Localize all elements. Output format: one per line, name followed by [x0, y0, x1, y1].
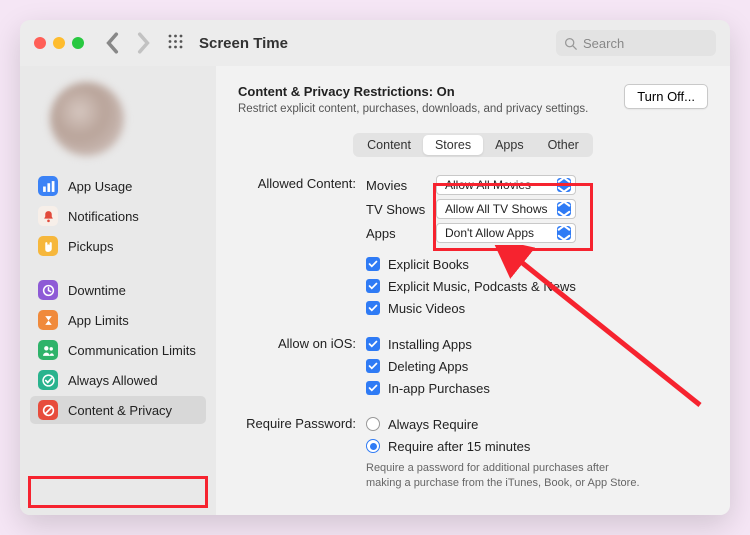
sidebar-item-label: App Usage — [68, 179, 132, 194]
check-label: In-app Purchases — [388, 381, 490, 396]
forward-button[interactable] — [132, 32, 154, 54]
checkbox-music-videos[interactable] — [366, 301, 380, 315]
content-pane: Content & Privacy Restrictions: On Restr… — [216, 66, 730, 515]
checkbox-explicit-books[interactable] — [366, 257, 380, 271]
sidebar-item-notifications[interactable]: Notifications — [30, 202, 206, 230]
check-circle-icon — [38, 370, 58, 390]
sidebar-item-label: Pickups — [68, 239, 114, 254]
password-help-text: Require a password for additional purcha… — [366, 461, 646, 491]
checkbox-in-app-purchases[interactable] — [366, 381, 380, 395]
check-label: Explicit Books — [388, 257, 469, 272]
sidebar-item-label: App Limits — [68, 313, 129, 328]
show-all-icon[interactable] — [168, 34, 183, 53]
sidebar-item-label: Notifications — [68, 209, 139, 224]
tab-stores[interactable]: Stores — [423, 135, 483, 155]
window-title: Screen Time — [199, 35, 288, 52]
check-label: Installing Apps — [388, 337, 472, 352]
sidebar-item-always-allowed[interactable]: Always Allowed — [30, 366, 206, 394]
checkbox-installing-apps[interactable] — [366, 337, 380, 351]
page-title: Content & Privacy Restrictions: On — [238, 84, 612, 99]
minimize-window-button[interactable] — [53, 37, 65, 49]
sidebar-item-content-privacy[interactable]: Content & Privacy — [30, 396, 206, 424]
search-placeholder: Search — [583, 36, 624, 51]
movies-dropdown[interactable]: Allow All Movies — [436, 175, 576, 195]
sidebar-item-label: Downtime — [68, 283, 126, 298]
sidebar-item-app-limits[interactable]: App Limits — [30, 306, 206, 334]
tab-apps[interactable]: Apps — [483, 135, 536, 155]
tab-bar: Content Stores Apps Other — [353, 133, 593, 157]
sidebar-item-label: Content & Privacy — [68, 403, 172, 418]
radio-require-after-15[interactable] — [366, 439, 380, 453]
user-avatar[interactable] — [50, 82, 124, 156]
chevron-updown-icon — [557, 202, 571, 216]
movies-label: Movies — [366, 178, 428, 193]
checkbox-deleting-apps[interactable] — [366, 359, 380, 373]
preferences-window: Screen Time Search App Usage Notificatio… — [20, 20, 730, 515]
tvshows-dropdown[interactable]: Allow All TV Shows — [436, 199, 576, 219]
turn-off-button[interactable]: Turn Off... — [624, 84, 708, 109]
apps-label: Apps — [366, 226, 428, 241]
no-entry-icon — [38, 400, 58, 420]
bar-chart-icon — [38, 176, 58, 196]
radio-always-require[interactable] — [366, 417, 380, 431]
titlebar: Screen Time Search — [20, 20, 730, 66]
tab-content[interactable]: Content — [355, 135, 423, 155]
tvshows-label: TV Shows — [366, 202, 428, 217]
sidebar: App Usage Notifications Pickups Downtime… — [20, 66, 216, 515]
radio-label: Require after 15 minutes — [388, 439, 530, 454]
sidebar-item-downtime[interactable]: Downtime — [30, 276, 206, 304]
section-label-password: Require Password: — [238, 413, 366, 491]
section-label-ios: Allow on iOS: — [238, 333, 366, 399]
tab-other[interactable]: Other — [536, 135, 591, 155]
apps-dropdown[interactable]: Don't Allow Apps — [436, 223, 576, 243]
sidebar-item-pickups[interactable]: Pickups — [30, 232, 206, 260]
sidebar-item-label: Always Allowed — [68, 373, 158, 388]
check-label: Deleting Apps — [388, 359, 468, 374]
search-field[interactable]: Search — [556, 30, 716, 56]
zoom-window-button[interactable] — [72, 37, 84, 49]
sidebar-item-communication-limits[interactable]: Communication Limits — [30, 336, 206, 364]
section-label-allowed: Allowed Content: — [238, 173, 366, 319]
hourglass-icon — [38, 310, 58, 330]
sidebar-item-app-usage[interactable]: App Usage — [30, 172, 206, 200]
chevron-updown-icon — [557, 226, 571, 240]
page-subtitle: Restrict explicit content, purchases, do… — [238, 103, 612, 115]
close-window-button[interactable] — [34, 37, 46, 49]
search-icon — [564, 37, 577, 50]
people-icon — [38, 340, 58, 360]
check-label: Explicit Music, Podcasts & News — [388, 279, 576, 294]
back-button[interactable] — [102, 32, 124, 54]
chevron-updown-icon — [557, 178, 571, 192]
bell-icon — [38, 206, 58, 226]
hand-icon — [38, 236, 58, 256]
window-controls — [34, 37, 84, 49]
checkbox-explicit-music[interactable] — [366, 279, 380, 293]
radio-label: Always Require — [388, 417, 478, 432]
clock-icon — [38, 280, 58, 300]
sidebar-item-label: Communication Limits — [68, 343, 196, 358]
check-label: Music Videos — [388, 301, 465, 316]
